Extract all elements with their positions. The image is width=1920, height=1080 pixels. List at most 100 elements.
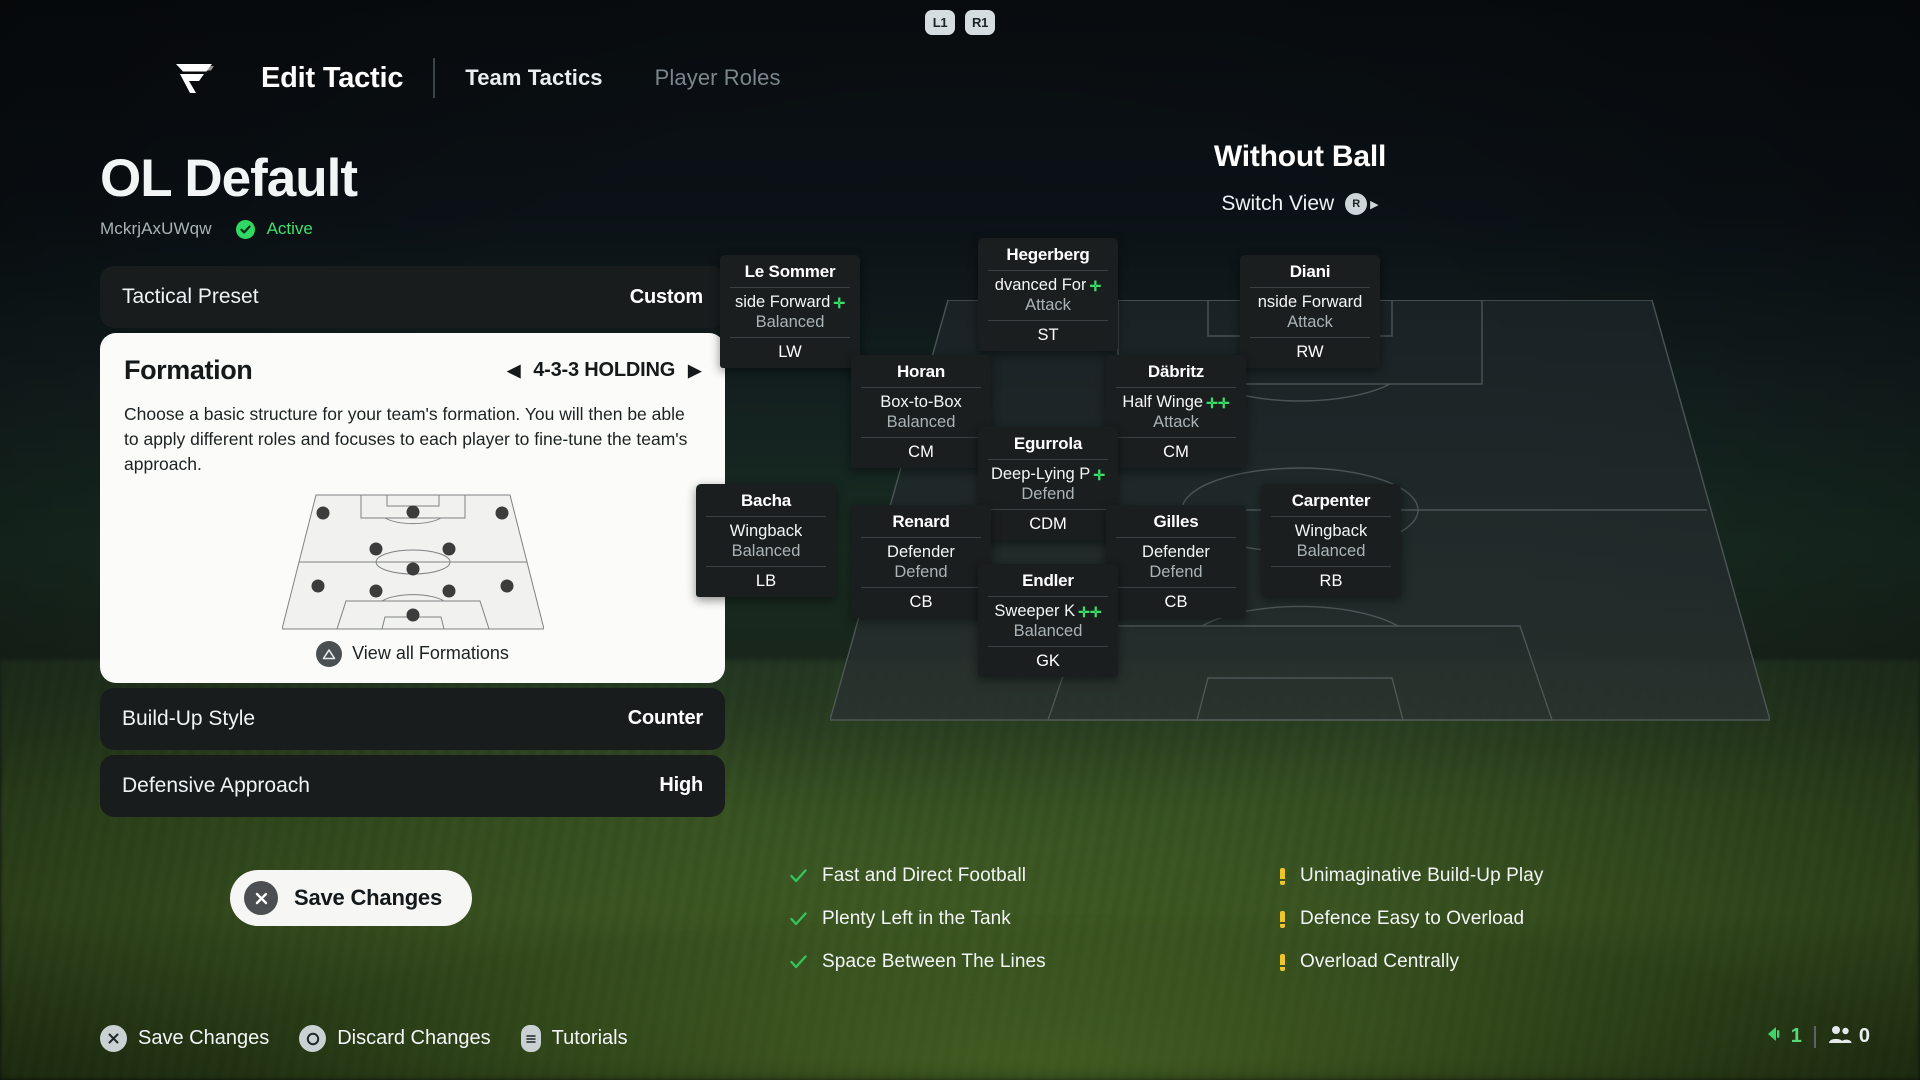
- bottom-action-bar: Save Changes Discard Changes Tutorials: [100, 1025, 628, 1052]
- player-focus: Defend: [1021, 485, 1075, 503]
- role-plus-icon: ✛: [1089, 277, 1102, 294]
- formation-value: 4-3-3 HOLDING: [533, 359, 676, 381]
- switch-view-label: Switch View: [1221, 192, 1335, 215]
- formation-dot: [369, 542, 383, 556]
- player-role: Wingback: [700, 517, 832, 541]
- defensive-approach-row[interactable]: Defensive Approach High: [100, 754, 725, 817]
- player-role: Sweeper K ✛✛: [982, 597, 1114, 621]
- player-card[interactable]: Egurrola Deep-Lying P ✛ Defend CDM: [978, 427, 1118, 540]
- player-name: Bacha: [740, 491, 792, 510]
- player-card[interactable]: Endler Sweeper K ✛✛ Balanced GK: [978, 564, 1118, 677]
- formation-dot: [500, 579, 514, 593]
- build-up-style-label: Build-Up Style: [122, 706, 256, 730]
- bottom-tutorials[interactable]: Tutorials: [520, 1025, 628, 1052]
- app-header: Edit Tactic Team Tactics Player Roles: [165, 52, 781, 104]
- x-button-icon: [100, 1025, 127, 1052]
- build-up-style-row[interactable]: Build-Up Style Counter: [100, 687, 725, 750]
- bottom-save-changes[interactable]: Save Changes: [100, 1025, 269, 1052]
- x-button-icon: [244, 881, 278, 915]
- tactic-name-block: OL Default MckrjAxUWqw Active: [100, 149, 358, 239]
- role-plus-icon: ✛: [833, 294, 846, 311]
- player-focus: Balanced: [755, 313, 825, 331]
- formation-dot: [316, 506, 330, 520]
- positive-feedback-item: Space Between The Lines: [790, 951, 1046, 973]
- tab-player-roles[interactable]: Player Roles: [655, 65, 781, 91]
- right-stick-icon: R: [1345, 193, 1368, 215]
- formation-dot: [406, 608, 419, 622]
- formation-dot: [442, 584, 456, 598]
- player-role-label: Sweeper K: [994, 602, 1076, 620]
- player-focus: Balanced: [731, 542, 801, 560]
- bottom-discard-changes[interactable]: Discard Changes: [299, 1025, 491, 1052]
- tactic-id: MckrjAxUWqw: [100, 219, 212, 238]
- player-position: CB: [1164, 593, 1188, 611]
- feedback-label: Defence Easy to Overload: [1300, 908, 1525, 929]
- player-name: Horan: [896, 362, 946, 381]
- player-position: CB: [909, 593, 933, 611]
- player-card[interactable]: Däbritz Half Winge ✛✛ Attack CM: [1106, 355, 1246, 468]
- bumper-l1[interactable]: L1: [925, 10, 955, 35]
- player-focus: Attack: [1153, 413, 1199, 431]
- player-position: LW: [778, 343, 802, 361]
- negative-feedback-item: Defence Easy to Overload: [1280, 908, 1543, 930]
- positive-feedback-item: Fast and Direct Football: [790, 865, 1046, 887]
- negative-feedback-item: Overload Centrally: [1280, 951, 1543, 973]
- player-role-label: Wingback: [729, 522, 803, 540]
- formation-stepper[interactable]: ◀ 4-3-3 HOLDING ▶: [507, 359, 701, 382]
- feedback-label: Overload Centrally: [1300, 951, 1460, 972]
- header-divider: [433, 58, 436, 98]
- arrow-left-icon[interactable]: ◀: [507, 362, 520, 379]
- formation-card[interactable]: Formation ◀ 4-3-3 HOLDING ▶ Choose a bas…: [100, 333, 725, 683]
- check-icon: [790, 912, 807, 926]
- player-card[interactable]: Le Sommer side Forward ✛ Balanced LW: [720, 255, 860, 368]
- warning-icon: [1280, 910, 1285, 928]
- player-role-label: Half Winge: [1122, 393, 1204, 411]
- player-role: Defender: [855, 538, 987, 562]
- player-card[interactable]: Renard Defender Defend CB: [851, 505, 991, 618]
- player-role: Half Winge ✛✛: [1110, 388, 1242, 412]
- formation-dot: [406, 505, 419, 519]
- view-mode-title: Without Ball: [340, 140, 1920, 174]
- switch-view-button[interactable]: Switch View R ▶: [340, 192, 1920, 216]
- player-card[interactable]: Diani nside Forward Attack RW: [1240, 255, 1380, 368]
- view-all-formations-button[interactable]: View all Formations: [124, 640, 701, 667]
- player-name: Carpenter: [1291, 491, 1371, 510]
- player-position: CM: [1163, 443, 1189, 461]
- tab-team-tactics[interactable]: Team Tactics: [465, 65, 602, 91]
- feedback-label: Space Between The Lines: [822, 951, 1046, 972]
- player-card[interactable]: Horan Box-to-Box Balanced CM: [851, 355, 991, 468]
- save-changes-button[interactable]: Save Changes: [230, 870, 473, 926]
- check-icon: [790, 955, 807, 969]
- bumper-r1[interactable]: R1: [965, 10, 995, 35]
- player-card[interactable]: Carpenter Wingback Balanced RB: [1261, 484, 1401, 597]
- player-card[interactable]: Bacha Wingback Balanced LB: [696, 484, 836, 597]
- player-card[interactable]: Gilles Defender Defend CB: [1106, 505, 1246, 618]
- formation-preview: [124, 491, 701, 631]
- mini-pitch: [281, 491, 544, 631]
- ea-fc-logo-icon: [165, 52, 223, 104]
- player-focus: Attack: [1025, 296, 1071, 314]
- player-name: Hegerberg: [1006, 245, 1090, 264]
- player-role-label: Wingback: [1294, 522, 1368, 540]
- player-role-label: dvanced For: [994, 276, 1087, 294]
- player-name: Diani: [1289, 262, 1331, 281]
- player-role: side Forward ✛: [724, 288, 856, 312]
- bottom-tutorials-label: Tutorials: [551, 1027, 628, 1049]
- feedback-label: Fast and Direct Football: [822, 865, 1027, 886]
- player-focus: Balanced: [1013, 622, 1083, 640]
- view-mode-label: Without Ball: [1213, 140, 1387, 173]
- tactic-name: OL Default: [100, 149, 358, 208]
- save-changes-label: Save Changes: [294, 885, 443, 910]
- arrow-right-icon[interactable]: ▶: [688, 362, 701, 379]
- tactic-status: Active: [266, 219, 313, 238]
- player-role-label: Defender: [1142, 543, 1210, 561]
- player-card[interactable]: Hegerberg dvanced For ✛ Attack ST: [978, 238, 1118, 351]
- player-role: nside Forward: [1244, 288, 1376, 312]
- player-role-label: Defender: [887, 543, 955, 561]
- player-position: LB: [755, 572, 777, 590]
- player-position: GK: [1036, 652, 1060, 670]
- formation-dot: [369, 584, 383, 598]
- tactical-preset-row[interactable]: Tactical Preset Custom: [100, 266, 725, 328]
- circle-button-icon: [299, 1025, 327, 1052]
- switch-view-control: R ▶: [1345, 193, 1379, 215]
